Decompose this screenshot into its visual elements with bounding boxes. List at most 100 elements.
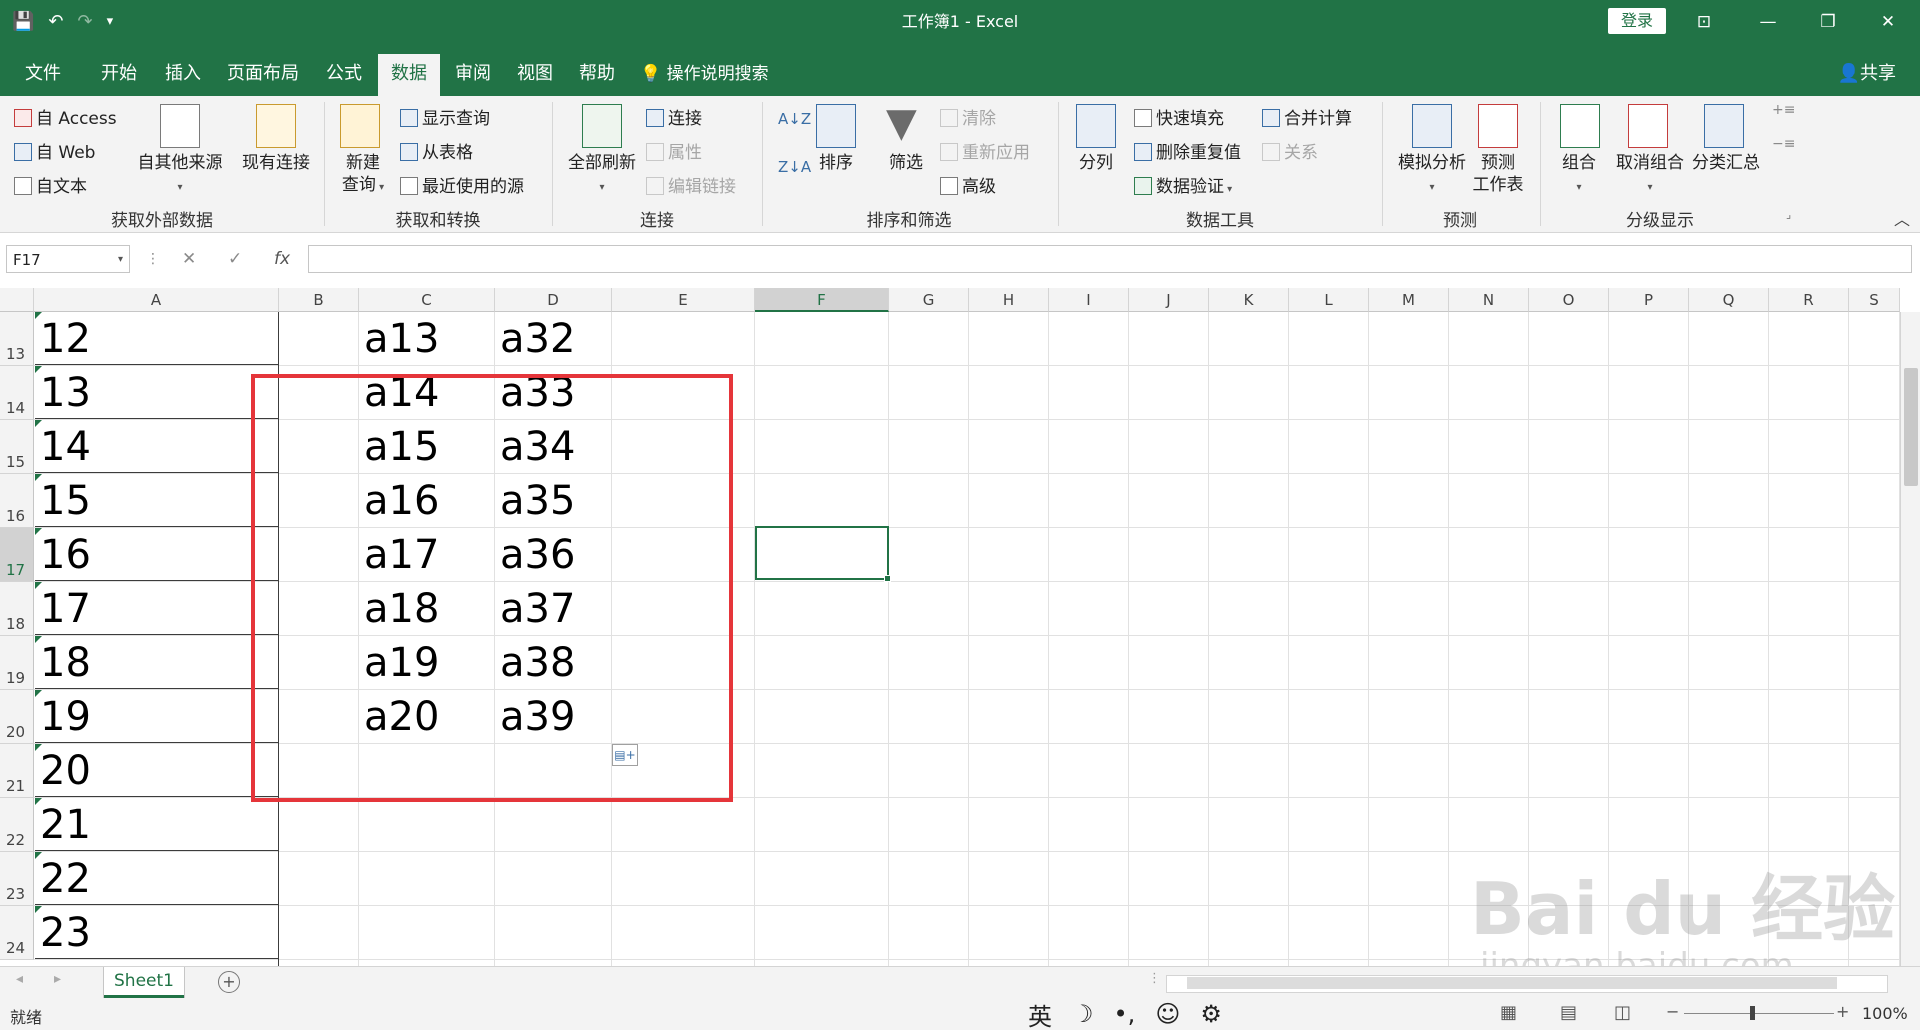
cell-a21[interactable]: 20 (35, 744, 279, 797)
new-query-icon[interactable] (340, 104, 380, 148)
advanced-filter-button[interactable]: 高级 (940, 172, 996, 197)
column-header-a[interactable]: A (34, 288, 279, 312)
row-header-20[interactable]: 20 (0, 690, 34, 744)
cell-a24[interactable]: 23 (35, 906, 279, 959)
column-header-r[interactable]: R (1769, 288, 1849, 312)
row-header-24[interactable]: 24 (0, 906, 34, 960)
cell-d13[interactable]: a32 (500, 312, 575, 366)
column-header-m[interactable]: M (1369, 288, 1449, 312)
share-button[interactable]: 👤共享 (1838, 54, 1896, 94)
properties-button[interactable]: 属性 (646, 138, 702, 163)
vertical-scroll-thumb[interactable] (1904, 368, 1918, 486)
forecast-sheet-button[interactable]: 预测 工作表 (1466, 152, 1530, 196)
cell-a15[interactable]: 14 (35, 420, 279, 473)
cell-c13[interactable]: a13 (364, 312, 439, 366)
tab-split-handle[interactable]: ⋮ (1148, 971, 1161, 986)
row-header-23[interactable]: 23 (0, 852, 34, 906)
other-sources-icon[interactable] (160, 104, 200, 148)
next-sheet-icon[interactable]: ▸ (54, 971, 61, 987)
hide-detail-icon[interactable]: −≡ (1772, 136, 1795, 152)
reapply-button[interactable]: 重新应用 (940, 138, 1030, 163)
ungroup-icon[interactable] (1628, 104, 1668, 148)
flash-fill-button[interactable]: 快速填充 (1134, 104, 1224, 129)
column-header-q[interactable]: Q (1689, 288, 1769, 312)
cell-a19[interactable]: 18 (35, 636, 279, 689)
cell-a17[interactable]: 16 (35, 528, 279, 581)
column-header-k[interactable]: K (1209, 288, 1289, 312)
add-sheet-icon[interactable]: + (218, 971, 240, 993)
row-header-18[interactable]: 18 (0, 582, 34, 636)
zoom-slider[interactable] (1684, 1013, 1834, 1014)
from-table-button[interactable]: 从表格 (400, 138, 473, 163)
column-header-i[interactable]: I (1049, 288, 1129, 312)
column-header-e[interactable]: E (612, 288, 755, 312)
column-header-n[interactable]: N (1449, 288, 1529, 312)
remove-duplicates-button[interactable]: 删除重复值 (1134, 138, 1241, 163)
active-cell-F17[interactable] (755, 526, 891, 582)
tab-help[interactable]: 帮助 (566, 54, 628, 96)
from-text-button[interactable]: 自文本 (14, 172, 87, 197)
collapse-ribbon-icon[interactable]: ︿ (1894, 206, 1910, 230)
group-button[interactable]: 组合 ▾ (1548, 152, 1610, 199)
what-if-analysis-icon[interactable] (1412, 104, 1452, 148)
zoom-in-icon[interactable]: + (1836, 1002, 1849, 1021)
connections-button[interactable]: 连接 (646, 104, 702, 129)
zoom-level[interactable]: 100% (1862, 1004, 1908, 1023)
refresh-all-icon[interactable] (582, 104, 622, 148)
from-web-button[interactable]: 自 Web (14, 138, 95, 163)
cancel-icon[interactable]: ✕ (182, 245, 196, 273)
zoom-out-icon[interactable]: − (1666, 1002, 1679, 1021)
zoom-slider-thumb[interactable] (1750, 1006, 1755, 1020)
enter-icon[interactable]: ✓ (228, 245, 242, 273)
row-header-13[interactable]: 13 (0, 312, 34, 366)
minimize-icon[interactable]: — (1740, 0, 1796, 44)
clear-button[interactable]: 清除 (940, 104, 996, 129)
restore-icon[interactable]: ❐ (1800, 0, 1856, 44)
relationships-button[interactable]: 关系 (1262, 138, 1318, 163)
row-header-14[interactable]: 14 (0, 366, 34, 420)
normal-view-icon[interactable]: ▦ (1500, 1002, 1517, 1023)
column-header-b[interactable]: B (279, 288, 359, 312)
sort-icon[interactable] (816, 104, 856, 148)
emoji-icon[interactable]: ☺ (1155, 1000, 1180, 1028)
tab-home[interactable]: 开始 (88, 54, 150, 96)
punctuation-icon[interactable]: •, (1114, 1000, 1136, 1028)
paste-options-icon[interactable]: ▤+ (612, 744, 638, 766)
from-access-button[interactable]: 自 Access (14, 104, 117, 129)
page-break-view-icon[interactable]: ◫ (1614, 1002, 1631, 1023)
column-header-j[interactable]: J (1129, 288, 1209, 312)
tab-file[interactable]: 文件 (10, 54, 76, 96)
dialog-launcher-icon[interactable]: ⌟ (1786, 208, 1791, 221)
select-all-corner[interactable] (0, 288, 34, 312)
data-validation-button[interactable]: 数据验证 ▾ (1134, 172, 1232, 197)
tab-view[interactable]: 视图 (504, 54, 566, 96)
vertical-scrollbar[interactable] (1900, 312, 1920, 966)
horizontal-scrollbar[interactable] (1166, 975, 1888, 993)
sort-za-icon[interactable]: Z↓A (778, 158, 811, 176)
refresh-all-button[interactable]: 全部刷新 ▾ (560, 152, 644, 199)
filter-icon[interactable]: ▼ (886, 100, 917, 146)
horizontal-scroll-thumb[interactable] (1187, 977, 1837, 989)
existing-connections-button[interactable]: 现有连接 (236, 152, 316, 174)
tab-data[interactable]: 数据 (378, 54, 440, 96)
formula-input[interactable] (308, 245, 1912, 273)
column-header-g[interactable]: G (889, 288, 969, 312)
name-box[interactable]: F17 ▾ (6, 245, 130, 273)
column-header-d[interactable]: D (495, 288, 612, 312)
column-header-s[interactable]: S (1849, 288, 1900, 312)
existing-connections-icon[interactable] (256, 104, 296, 148)
close-icon[interactable]: ✕ (1860, 0, 1916, 44)
new-query-button[interactable]: 新建 查询 ▾ (330, 152, 396, 199)
cell-a14[interactable]: 13 (35, 366, 279, 419)
text-to-columns-icon[interactable] (1076, 104, 1116, 148)
filter-button[interactable]: 筛选 (878, 152, 934, 174)
group-icon[interactable] (1560, 104, 1600, 148)
ribbon-display-options-icon[interactable]: ⊡ (1676, 0, 1732, 44)
recent-sources-button[interactable]: 最近使用的源 (400, 172, 524, 197)
insert-function-icon[interactable]: fx (274, 245, 290, 273)
edit-links-button[interactable]: 编辑链接 (646, 172, 736, 197)
row-header-22[interactable]: 22 (0, 798, 34, 852)
cell-a16[interactable]: 15 (35, 474, 279, 527)
row-header-19[interactable]: 19 (0, 636, 34, 690)
cell-a18[interactable]: 17 (35, 582, 279, 635)
